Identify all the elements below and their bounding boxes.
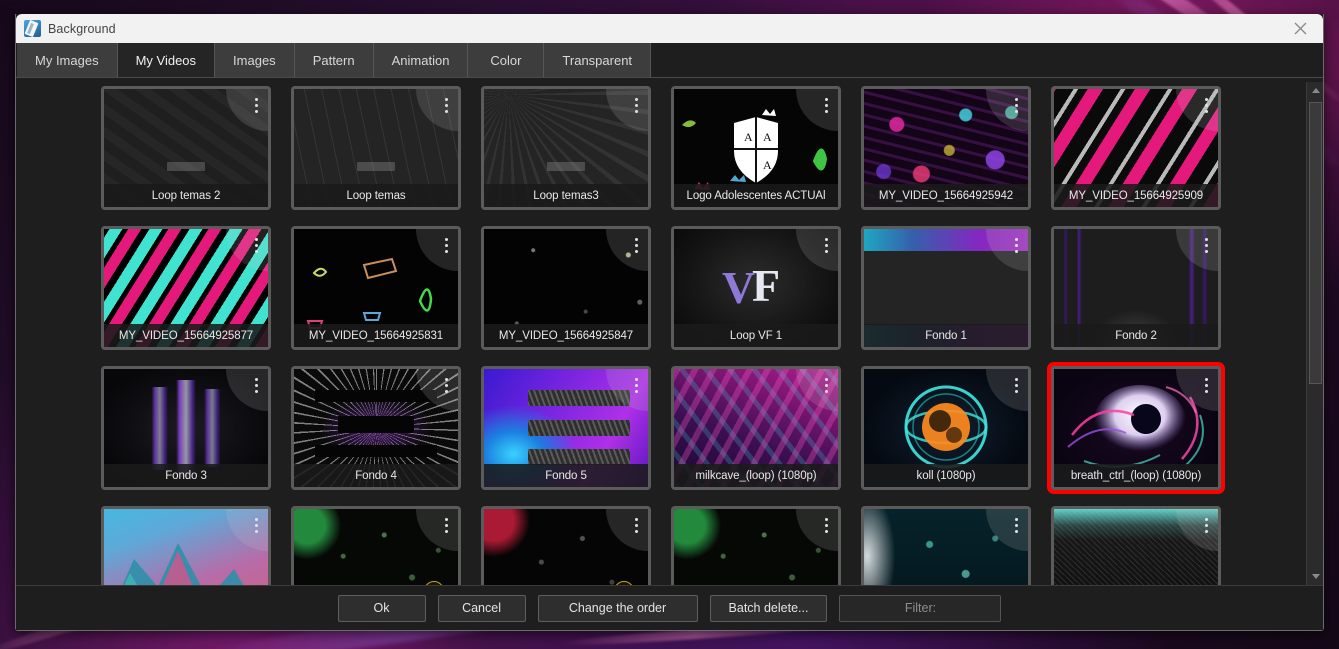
thumbnail: MY_VIDEO_15664925942: [864, 89, 1028, 207]
thumbnail: [1054, 509, 1218, 585]
tab-pattern[interactable]: Pattern: [294, 43, 374, 77]
cancel-button[interactable]: Cancel: [437, 594, 526, 622]
tile-label: Logo Adolescentes ACTUAl: [674, 184, 838, 207]
video-tile[interactable]: V F Loop VF 1: [671, 226, 841, 350]
tile-label: MY_VIDEO_15664925847: [484, 324, 648, 347]
tile-label: milkcave_(loop) (1080p): [674, 464, 838, 487]
batch-delete-button[interactable]: Batch delete...: [709, 594, 828, 622]
change-order-button[interactable]: Change the order: [537, 594, 698, 622]
ok-button[interactable]: Ok: [337, 594, 426, 622]
tile-label: Fondo 2: [1054, 324, 1218, 347]
tile-label: Loop temas: [294, 184, 458, 207]
video-tile[interactable]: [1051, 506, 1221, 585]
video-tile[interactable]: [671, 506, 841, 585]
thumbnail: MY_VIDEO_15664925909: [1054, 89, 1218, 207]
watermark-badge: [167, 162, 205, 172]
video-tile[interactable]: A A A Logo Adolescentes ACTUAl: [671, 86, 841, 210]
tile-label: MY_VIDEO_15664925877: [104, 324, 268, 347]
tile-label: Fondo 3: [104, 464, 268, 487]
tile-label: breath_ctrl_(loop) (1080p): [1054, 464, 1218, 487]
video-tile[interactable]: Fondo 4: [291, 366, 461, 490]
video-tile[interactable]: MY_VIDEO_15664925909: [1051, 86, 1221, 210]
thumbnail: Fondo 1: [864, 229, 1028, 347]
video-tile[interactable]: MY_VIDEO_15664925847: [481, 226, 651, 350]
video-tile[interactable]: [291, 506, 461, 585]
video-tile[interactable]: [481, 506, 651, 585]
thumbnail: [484, 509, 648, 585]
video-tile[interactable]: MY_VIDEO_15664925831: [291, 226, 461, 350]
thumbnail: breath_ctrl_(loop) (1080p): [1054, 369, 1218, 487]
tab-images[interactable]: Images: [215, 43, 295, 77]
video-tile[interactable]: milkcave_(loop) (1080p): [671, 366, 841, 490]
video-tile[interactable]: Loop temas 2: [101, 86, 271, 210]
video-tile[interactable]: Fondo 3: [101, 366, 271, 490]
tile-label: Fondo 5: [484, 464, 648, 487]
video-tile[interactable]: MY_VIDEO_15664925942: [861, 86, 1031, 210]
thumbnail: [864, 509, 1028, 585]
tile-label: Fondo 1: [864, 324, 1028, 347]
tab-color[interactable]: Color: [468, 43, 545, 77]
tab-my-images[interactable]: My Images: [17, 43, 118, 77]
thumbnail: MY_VIDEO_15664925877: [104, 229, 268, 347]
tab-my-videos[interactable]: My Videos: [117, 43, 216, 77]
scrollbar-thumb[interactable]: [1309, 102, 1322, 384]
thumbnail: [104, 509, 268, 585]
thumbnail: Loop temas3: [484, 89, 648, 207]
svg-text:A: A: [763, 158, 772, 172]
video-tile[interactable]: MY_VIDEO_15664925877: [101, 226, 271, 350]
video-tile-selected[interactable]: breath_ctrl_(loop) (1080p): [1051, 366, 1221, 490]
close-icon[interactable]: [1277, 14, 1323, 43]
thumbnail: Fondo 5: [484, 369, 648, 487]
tile-label: Loop temas 2: [104, 184, 268, 207]
window-title: Background: [48, 21, 116, 36]
thumbnail: MY_VIDEO_15664925847: [484, 229, 648, 347]
thumbnail: A A A Logo Adolescentes ACTUAl: [674, 89, 838, 207]
thumbnail: koll (1080p): [864, 369, 1028, 487]
svg-text:F: F: [752, 260, 780, 311]
tile-label: koll (1080p): [864, 464, 1028, 487]
thumbnail: MY_VIDEO_15664925831: [294, 229, 458, 347]
video-tile[interactable]: [101, 506, 271, 585]
filter-button[interactable]: Filter:: [839, 594, 1002, 622]
video-tile[interactable]: Loop temas3: [481, 86, 651, 210]
thumbnail: V F Loop VF 1: [674, 229, 838, 347]
thumbnail: Loop temas: [294, 89, 458, 207]
thumbnail: [674, 509, 838, 585]
thumbnail: [294, 509, 458, 585]
picture-frame-icon: [24, 20, 41, 37]
video-tile[interactable]: [861, 506, 1031, 585]
thumbnail: Fondo 2: [1054, 229, 1218, 347]
tile-label: MY_VIDEO_15664925831: [294, 324, 458, 347]
thumbnail: Fondo 3: [104, 369, 268, 487]
thumbnail: Loop temas 2: [104, 89, 268, 207]
video-tile[interactable]: Fondo 2: [1051, 226, 1221, 350]
tile-label: MY_VIDEO_15664925909: [1054, 184, 1218, 207]
title-bar: Background: [16, 14, 1323, 43]
background-dialog: Background My Images My Videos Images Patte…: [15, 14, 1324, 631]
tab-bar: My Images My Videos Images Pattern Animation…: [16, 43, 1323, 78]
tile-label: MY_VIDEO_15664925942: [864, 184, 1028, 207]
thumbnail: milkcave_(loop) (1080p): [674, 369, 838, 487]
content-area: Loop temas 2 Loop temas Loop temas3 A A A Logo…: [16, 78, 1323, 585]
tile-label: Loop temas3: [484, 184, 648, 207]
watermark-badge: [357, 162, 395, 172]
tab-animation[interactable]: Animation: [373, 43, 469, 77]
video-tile[interactable]: Fondo 5: [481, 366, 651, 490]
tile-label: Fondo 4: [294, 464, 458, 487]
vertical-scrollbar[interactable]: [1306, 82, 1323, 585]
footer-bar: Ok Cancel Change the order Batch delete.…: [16, 585, 1323, 630]
video-tile[interactable]: koll (1080p): [861, 366, 1031, 490]
chevron-up-icon[interactable]: [1307, 82, 1323, 99]
video-tile[interactable]: Loop temas: [291, 86, 461, 210]
svg-text:A: A: [763, 130, 772, 144]
video-tile[interactable]: Fondo 1: [861, 226, 1031, 350]
chevron-down-icon[interactable]: [1307, 568, 1323, 585]
svg-text:A: A: [744, 130, 753, 144]
svg-text:V: V: [722, 262, 755, 313]
thumbnail: Fondo 4: [294, 369, 458, 487]
watermark-badge: [547, 162, 585, 172]
tile-label: Loop VF 1: [674, 324, 838, 347]
tab-transparent[interactable]: Transparent: [544, 43, 652, 77]
video-grid: Loop temas 2 Loop temas Loop temas3 A A A Logo…: [16, 82, 1306, 585]
